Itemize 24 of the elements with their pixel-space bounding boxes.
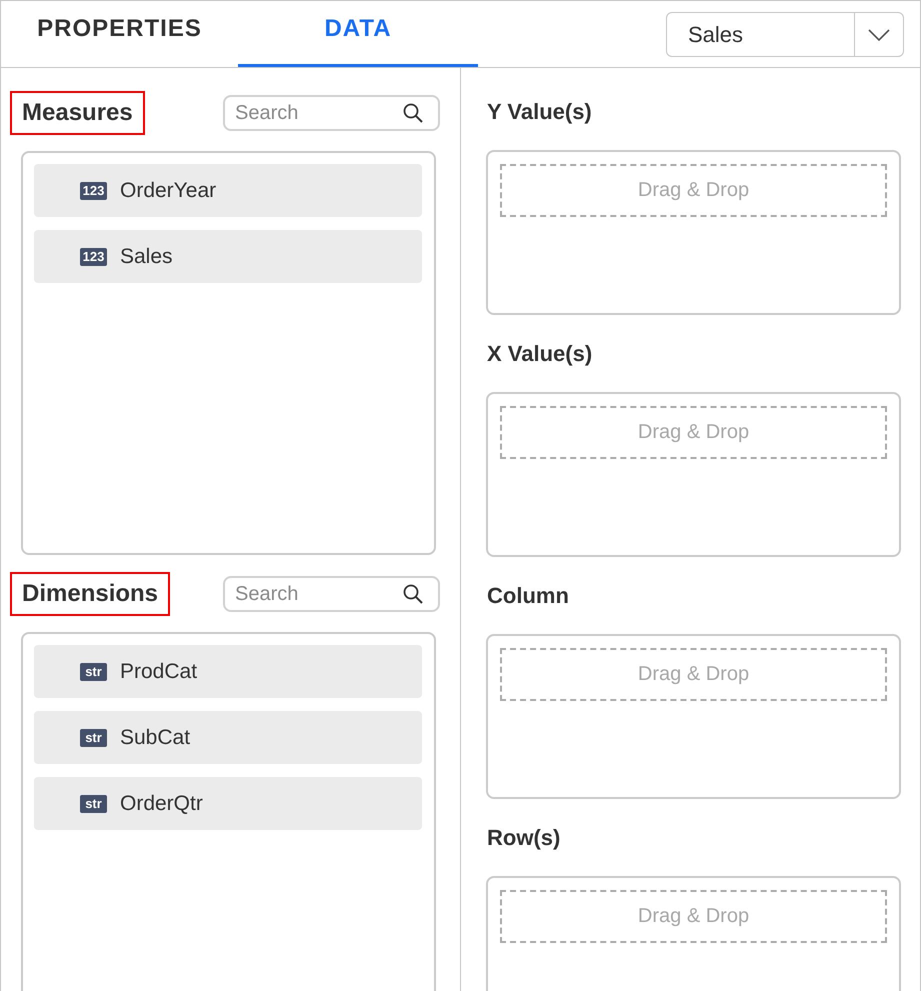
field-type-badge: 123	[80, 182, 107, 200]
field-item[interactable]: str SubCat	[34, 711, 422, 764]
field-item[interactable]: 123 OrderYear	[34, 164, 422, 217]
field-type-badge: str	[80, 662, 107, 680]
search-field[interactable]: Search	[223, 576, 440, 612]
search-icon	[403, 584, 423, 604]
drop-zone-heading: X Value(s)	[486, 340, 594, 368]
field-type-badge: str	[80, 728, 107, 746]
chevron-down-icon	[868, 28, 890, 40]
drop-zone-heading: Y Value(s)	[486, 98, 593, 126]
section-heading: Measures	[10, 91, 145, 135]
field-type-badge: str	[80, 794, 107, 812]
tab[interactable]: DATA	[238, 1, 478, 67]
field-item[interactable]: 123 Sales	[34, 230, 422, 283]
search-field[interactable]: Search	[223, 95, 440, 131]
field-type-badge: 123	[80, 248, 107, 266]
drop-zone-heading: Column	[486, 582, 570, 610]
section-heading: Dimensions	[10, 572, 170, 616]
field-item[interactable]: str OrderQtr	[34, 777, 422, 830]
field-item[interactable]: str ProdCat	[34, 645, 422, 698]
drop-zone-heading: Row(s)	[486, 824, 562, 852]
tab[interactable]: PROPERTIES	[1, 1, 238, 67]
dataset-dropdown[interactable]: Sales	[666, 12, 904, 57]
search-icon	[403, 103, 423, 123]
